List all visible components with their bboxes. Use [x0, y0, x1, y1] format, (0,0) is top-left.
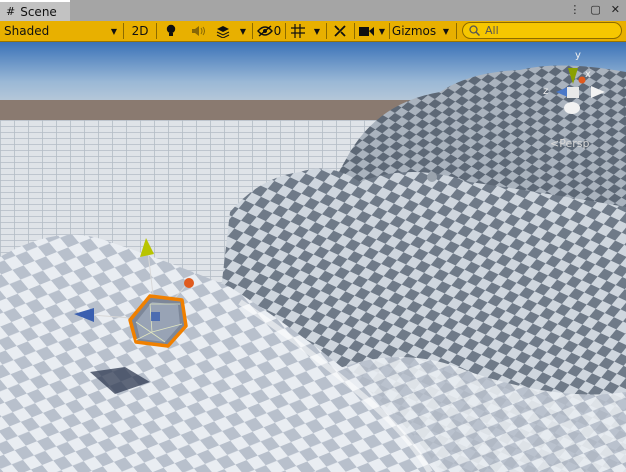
scene-lighting-button[interactable] — [158, 21, 184, 41]
orient-z-label: z — [543, 86, 548, 97]
toolbar-divider — [252, 23, 253, 39]
tab-bar: # Scene ⋮ ▢ ✕ — [0, 0, 626, 21]
orient-x-label: x — [585, 69, 591, 80]
toolbar-divider — [123, 23, 124, 39]
chevron-down-icon: ▼ — [313, 26, 321, 36]
gizmos-label: Gizmos — [391, 24, 437, 38]
camera-icon — [358, 26, 374, 36]
search-icon — [469, 25, 480, 36]
toggle-2d-button[interactable]: 2D — [127, 21, 153, 41]
sphere-object[interactable] — [427, 172, 437, 182]
layers-effects-icon — [216, 25, 230, 38]
shading-mode-dropdown[interactable]: Shaded ▼ — [0, 21, 121, 41]
toolbar-divider — [285, 23, 286, 39]
chevron-down-icon: ▼ — [378, 26, 386, 36]
close-icon[interactable]: ✕ — [611, 3, 620, 16]
gizmos-button[interactable]: Gizmos — [391, 21, 437, 41]
window-controls: ⋮ ▢ ✕ — [569, 3, 620, 16]
tab-scene-label: Scene — [20, 4, 57, 19]
scene-effects-dropdown[interactable]: ▼ — [236, 21, 250, 41]
toolbar-divider — [354, 23, 355, 39]
toolbar-divider — [156, 23, 157, 39]
scene-camera-dropdown[interactable]: ▼ — [376, 21, 388, 41]
scene-tools-button[interactable] — [328, 21, 352, 41]
search-placeholder: All — [485, 24, 499, 37]
chevron-down-icon: ▼ — [239, 26, 247, 36]
scene-viewport[interactable]: y z x <Persp — [0, 42, 626, 472]
orient-center-cube[interactable] — [567, 87, 579, 98]
scene-render[interactable]: y z x — [0, 42, 626, 472]
toolbar-divider — [389, 23, 390, 39]
scene-toolbar: Shaded ▼ 2D ▼ 0 ▼ ▼ Gizmos ▼ All — [0, 21, 626, 42]
more-options-icon[interactable]: ⋮ — [569, 3, 580, 16]
search-input[interactable]: All — [462, 22, 622, 39]
plane-handle-blue[interactable] — [151, 312, 160, 321]
chevron-down-icon: ▼ — [110, 26, 117, 36]
grid-icon — [291, 24, 305, 38]
projection-label: Persp — [559, 137, 590, 150]
scene-effects-button[interactable] — [211, 21, 235, 41]
scene-visibility-button[interactable]: 0 — [254, 21, 284, 41]
orient-neg-y-cone[interactable] — [564, 102, 580, 114]
scene-audio-button[interactable] — [186, 21, 210, 41]
tab-scene[interactable]: # Scene — [0, 0, 70, 21]
back-arrow-icon: < — [550, 137, 560, 150]
chevron-down-icon: ▼ — [442, 26, 450, 36]
grid-hash-icon: # — [6, 5, 16, 18]
toggle-2d-label: 2D — [131, 24, 149, 38]
shading-mode-label: Shaded — [4, 24, 50, 38]
maximize-icon[interactable]: ▢ — [590, 3, 600, 16]
projection-toggle[interactable]: <Persp — [550, 137, 589, 150]
tools-icon — [334, 25, 346, 37]
scene-camera-button[interactable] — [356, 21, 376, 41]
light-bulb-icon — [166, 24, 176, 36]
grid-toggle-button[interactable] — [287, 21, 309, 41]
hidden-eye-icon — [256, 25, 273, 37]
orient-y-label: y — [575, 50, 581, 61]
gizmo-x-handle[interactable] — [184, 278, 194, 288]
hidden-count: 0 — [273, 24, 282, 38]
grid-dropdown[interactable]: ▼ — [310, 21, 324, 41]
toolbar-divider — [456, 23, 457, 39]
gizmos-dropdown[interactable]: ▼ — [439, 21, 453, 41]
toolbar-divider — [326, 23, 327, 39]
speaker-icon — [192, 26, 205, 36]
